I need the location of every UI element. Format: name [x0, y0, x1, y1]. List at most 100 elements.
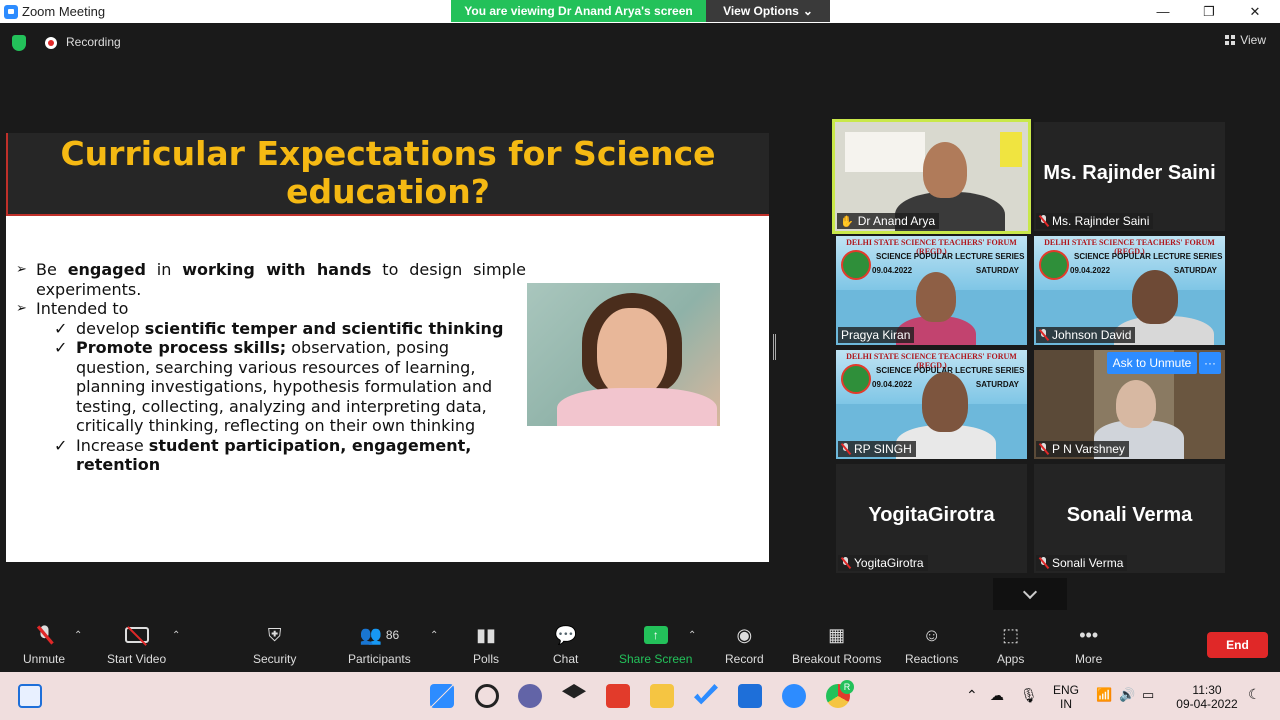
view-options-button[interactable]: View Options ⌄ [706, 0, 830, 22]
split-resize-handle[interactable] [773, 334, 776, 360]
view-button[interactable]: View [1225, 33, 1266, 47]
participants-button[interactable]: 👥 86 Participants [348, 622, 411, 667]
wifi-icon[interactable]: 📶 [1096, 688, 1112, 702]
video-tile[interactable]: DELHI STATE SCIENCE TEACHERS' FORUM (REG… [836, 236, 1027, 345]
participant-name: Ms. Rajinder Saini [1052, 214, 1150, 228]
video-tile[interactable]: DELHI STATE SCIENCE TEACHERS' FORUM (REG… [836, 350, 1027, 459]
microphone-icon[interactable]: 🎙 [1020, 688, 1038, 702]
sub-bullet: Promote process skills; observation, pos… [16, 338, 526, 436]
breakout-rooms-button[interactable]: ▦ Breakout Rooms [792, 622, 881, 667]
todo-icon[interactable] [694, 684, 718, 705]
mic-muted-icon [1039, 557, 1048, 569]
zoom-taskbar-icon[interactable] [782, 684, 806, 708]
unmute-button[interactable]: Unmute [23, 622, 65, 666]
security-label: Security [253, 652, 297, 666]
apps-button[interactable]: ⬚ Apps [997, 622, 1024, 667]
task-view-icon[interactable] [18, 684, 42, 708]
file-explorer-icon[interactable] [650, 684, 674, 708]
sub-bullet: develop scientific temper and scientific… [16, 319, 526, 339]
moon-icon[interactable]: ☾ [1248, 687, 1261, 701]
video-tile[interactable]: Ms. Rajinder Saini Ms. Rajinder Saini [1034, 122, 1225, 231]
mic-muted-icon [1039, 215, 1048, 227]
sub-bold: scientific temper and scientific thinkin… [144, 318, 504, 338]
polls-button[interactable]: ▮▮ Polls [473, 622, 499, 667]
banner-series: SCIENCE POPULAR LECTURE SERIES [876, 252, 1025, 261]
more-button[interactable]: ••• More [1075, 622, 1102, 667]
participant-name: RP SINGH [854, 442, 912, 456]
slide-header: Curricular Expectations for Science educ… [6, 133, 769, 216]
mic-muted-icon [40, 622, 49, 648]
record-icon: ◉ [736, 624, 753, 645]
sub-text: develop [76, 318, 145, 338]
participants-icon: 👥 86 [359, 624, 400, 645]
window-title: Zoom Meeting [22, 4, 106, 19]
start-icon[interactable] [430, 684, 454, 708]
banner-day: SATURDAY [975, 380, 1019, 389]
start-video-button[interactable]: Start Video [107, 622, 166, 666]
language-indicator[interactable]: ENG IN [1050, 683, 1082, 711]
audio-options-caret[interactable]: ⌃ [74, 630, 82, 641]
bullet-text: in [145, 260, 183, 279]
maximize-button[interactable]: ❐ [1186, 0, 1232, 23]
mic-muted-icon [1039, 329, 1048, 341]
dropbox-icon[interactable] [562, 684, 586, 699]
share-options-caret[interactable]: ⌃ [688, 630, 696, 641]
bullet-engaged: Be engaged in working with hands to desi… [16, 260, 526, 299]
tile-name-label: ✋ Dr Anand Arya [837, 213, 940, 229]
cloud-icon[interactable]: ☁ [990, 688, 1004, 702]
chat-button[interactable]: 💬 Chat [553, 622, 578, 667]
video-options-caret[interactable]: ⌃ [172, 630, 180, 641]
shield-icon: ⛨ [267, 624, 282, 645]
participant-more-button[interactable]: ··· [1199, 352, 1221, 374]
banner-day: SATURDAY [975, 266, 1019, 275]
participants-options-caret[interactable]: ⌃ [430, 630, 438, 641]
video-tile[interactable]: DELHI STATE SCIENCE TEACHERS' FORUM (REG… [1034, 236, 1225, 345]
participant-face [1132, 270, 1178, 324]
participant-name-large: Sonali Verma [1066, 504, 1193, 526]
teams-chat-icon[interactable] [518, 684, 542, 708]
participant-name: YogitaGirotra [854, 556, 924, 570]
video-off-icon [124, 622, 149, 648]
tile-name-label: Ms. Rajinder Saini [1036, 213, 1154, 229]
end-meeting-button[interactable]: End [1207, 632, 1268, 658]
reactions-button[interactable]: ☺ Reactions [905, 622, 958, 667]
participant-face [922, 372, 968, 432]
minimize-button[interactable]: — [1140, 0, 1186, 23]
gallery-scroll-down-button[interactable] [993, 578, 1067, 610]
battery-icon[interactable]: ▭ [1142, 688, 1154, 702]
event-banner: DELHI STATE SCIENCE TEACHERS' FORUM (REG… [1034, 236, 1225, 290]
chevron-down-icon [1022, 584, 1038, 600]
unmute-label: Unmute [23, 652, 66, 666]
chevron-down-icon: ⌄ [802, 4, 813, 18]
ask-to-unmute-button[interactable]: Ask to Unmute [1107, 352, 1197, 374]
close-button[interactable]: ✕ [1232, 0, 1278, 23]
chevron-up-icon[interactable]: ⌃ [966, 688, 978, 702]
record-button[interactable]: ◉ Record [725, 622, 764, 667]
volume-icon[interactable]: 🔊 [1119, 688, 1135, 702]
participant-name-large: YogitaGirotra [868, 504, 995, 526]
chrome-profile-badge: R [840, 680, 854, 694]
slide-student-photo [527, 283, 720, 426]
language-code: ENG [1052, 683, 1079, 697]
participant-count: 86 [385, 628, 400, 642]
banner-date: 09.04.2022 [872, 266, 913, 275]
screen-app-icon[interactable] [738, 684, 762, 708]
encryption-shield-icon[interactable] [12, 35, 26, 51]
share-screen-button[interactable]: ↑ Share Screen [619, 622, 692, 666]
security-button[interactable]: ⛨ Security [253, 622, 297, 667]
participant-face [916, 272, 956, 322]
video-tile[interactable]: Sonali Verma Sonali Verma [1034, 464, 1225, 573]
video-tile[interactable]: YogitaGirotra YogitaGirotra [836, 464, 1027, 573]
mic-muted-icon [841, 443, 850, 455]
office-icon[interactable] [606, 684, 630, 708]
sub-text: Increase [76, 435, 149, 455]
banner-date: 09.04.2022 [1070, 266, 1111, 275]
participant-name: Sonali Verma [1052, 556, 1124, 570]
mic-muted-icon [841, 557, 850, 569]
video-tile[interactable]: ✋ Dr Anand Arya [832, 119, 1031, 234]
clock[interactable]: 11:30 09-04-2022 [1172, 683, 1242, 711]
windows-taskbar: R ⌃ ☁ 🎙 ENG IN 📶 🔊 ▭ 11:30 09-04-2022 ☾ [0, 672, 1280, 720]
search-icon[interactable] [475, 684, 499, 708]
bullet-bold: working with hands [182, 260, 372, 279]
banner-series: SCIENCE POPULAR LECTURE SERIES [1074, 252, 1223, 261]
